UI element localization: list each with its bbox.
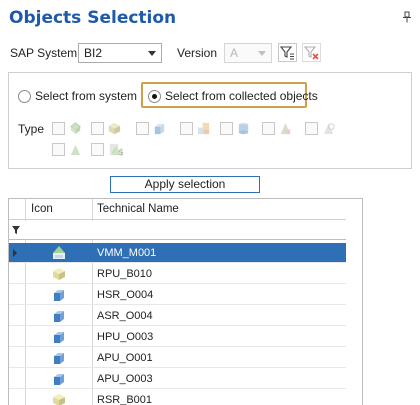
checkbox[interactable] (91, 143, 104, 156)
infocube-icon (54, 332, 64, 343)
column-header-icon[interactable]: Icon (31, 203, 53, 215)
sap-system-label: SAP System (10, 46, 78, 60)
infocube-icon (54, 353, 64, 364)
type-filter-dtp[interactable] (52, 142, 83, 157)
cube-multi-icon (70, 122, 81, 135)
infocube-icon (54, 311, 64, 322)
technical-name: HPU_O003 (97, 331, 154, 343)
filter-icon (279, 46, 294, 60)
table-row[interactable]: HSR_O004 (9, 285, 362, 305)
checkbox[interactable] (305, 122, 318, 135)
radio-select-from-system[interactable]: Select from system (18, 89, 137, 103)
grid-filter-row[interactable] (9, 221, 362, 240)
database-icon (238, 122, 249, 135)
table-row[interactable]: APU_O001 (9, 348, 362, 368)
checkbox[interactable] (220, 122, 233, 135)
technical-name: VMM_M001 (97, 247, 157, 259)
grid-header: Icon Technical Name (9, 199, 362, 220)
checkbox[interactable] (91, 122, 104, 135)
composite-icon (197, 122, 210, 135)
column-header-technical-name[interactable]: Technical Name (97, 203, 179, 215)
technical-name: RSR_B001 (97, 394, 153, 405)
version-select[interactable]: A (224, 43, 272, 63)
transformation-icon (280, 122, 291, 135)
dso-icon (53, 394, 65, 405)
objects-selection-panel: Objects Selection SAP System BI2 Version… (0, 0, 420, 405)
clear-filter-button[interactable] (302, 43, 321, 62)
pin-icon[interactable] (402, 11, 412, 23)
radio-label: Select from collected objects (165, 89, 318, 103)
type-filter-transformation[interactable] (262, 121, 293, 136)
table-row[interactable]: VMM_M001 (9, 243, 362, 263)
panel-title: Objects Selection (9, 8, 177, 28)
type-filter-datasource[interactable] (305, 121, 336, 136)
table-row[interactable]: RSR_B001 (9, 390, 362, 405)
radio-label: Select from system (35, 89, 138, 103)
type-filter-composite[interactable] (180, 121, 211, 136)
table-row[interactable]: HPU_O003 (9, 327, 362, 347)
version-label: Version (177, 46, 218, 60)
technical-name: APU_O003 (97, 373, 153, 385)
technical-name: APU_O001 (97, 352, 153, 364)
type-filter-infocube[interactable] (136, 121, 167, 136)
datasource-icon (323, 123, 335, 135)
filter-icon (12, 226, 20, 234)
dso-icon (108, 122, 121, 135)
apply-selection-button[interactable]: Apply selection (110, 176, 260, 193)
checkbox[interactable] (262, 122, 275, 135)
checkbox[interactable] (136, 122, 149, 135)
type-filter-dso[interactable] (91, 121, 122, 136)
infocube-icon (54, 374, 64, 385)
type-filter-currency[interactable]: $ (110, 142, 125, 157)
dtp-icon (70, 144, 81, 156)
radio-dot (148, 89, 161, 103)
sap-system-select[interactable]: BI2 (78, 43, 162, 63)
sap-system-value: BI2 (84, 46, 103, 60)
type-label: Type (18, 122, 45, 136)
infocube-icon (54, 290, 64, 301)
grid-scrollbar[interactable] (346, 199, 362, 405)
type-filter-database[interactable] (220, 121, 251, 136)
technical-name: RPU_B010 (97, 268, 153, 280)
chevron-down-icon (258, 51, 266, 56)
radio-dot (18, 89, 31, 103)
technical-name: ASR_O004 (97, 310, 153, 322)
clear-filter-icon (303, 46, 319, 60)
currency-icon: $ (111, 145, 124, 157)
checkbox[interactable] (180, 122, 193, 135)
table-row[interactable]: ASR_O004 (9, 306, 362, 326)
dso-icon (53, 268, 65, 280)
checkbox[interactable] (52, 143, 65, 156)
technical-name: HSR_O004 (97, 289, 154, 301)
version-value: A (230, 46, 239, 60)
current-row-indicator (13, 249, 17, 257)
infocube-icon (154, 123, 165, 135)
checkbox[interactable] (52, 122, 65, 135)
chevron-down-icon (148, 51, 156, 56)
multiprovider-icon (53, 246, 65, 259)
table-row[interactable]: APU_O003 (9, 369, 362, 389)
objects-grid: Icon Technical Name VMM_M001 RPU_B010 HS… (8, 198, 363, 405)
svg-text:$: $ (118, 147, 123, 157)
type-filter-multiprovider[interactable] (52, 121, 83, 136)
filter-button[interactable] (278, 43, 297, 62)
radio-select-from-collected[interactable]: Select from collected objects (148, 89, 318, 103)
table-row[interactable]: RPU_B010 (9, 264, 362, 284)
